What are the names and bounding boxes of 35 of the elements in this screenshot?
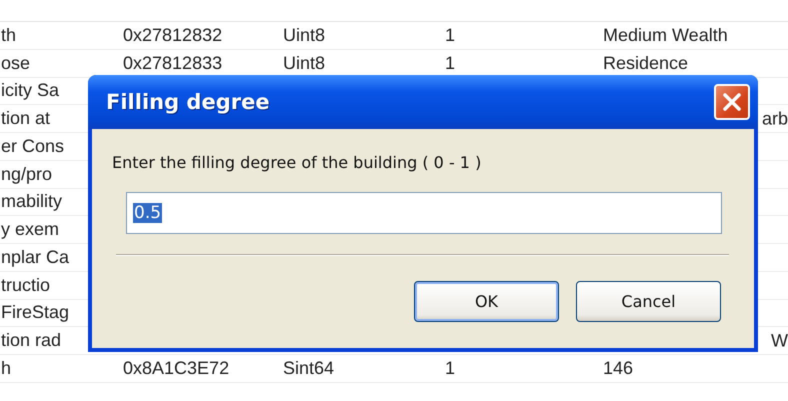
close-button[interactable] bbox=[714, 84, 750, 120]
table-cell: Sint64 bbox=[283, 358, 334, 379]
table-cell: Uint8 bbox=[283, 24, 326, 46]
table-cell: th bbox=[1, 24, 16, 46]
table-cell: arb bbox=[762, 108, 788, 130]
table-cell: tion at bbox=[1, 108, 50, 130]
table-cell: tructio bbox=[1, 274, 50, 296]
table-cell: 0x27812833 bbox=[123, 52, 222, 74]
cancel-button[interactable]: Cancel bbox=[576, 281, 721, 322]
table-cell: y exem bbox=[1, 219, 60, 240]
table-cell: ose bbox=[1, 52, 30, 74]
table-cell: Medium Wealth bbox=[603, 24, 728, 46]
table-cell: 1 bbox=[445, 24, 456, 46]
table-cell: ng/pro bbox=[1, 164, 52, 185]
table-cell: 146 bbox=[603, 358, 634, 379]
table-cell: Residence bbox=[603, 52, 688, 74]
field-value: 0.5 bbox=[133, 203, 162, 223]
table-cell: er Cons bbox=[1, 136, 64, 157]
close-icon bbox=[721, 91, 743, 113]
table-cell: 1 bbox=[445, 52, 456, 74]
table-cell: mability bbox=[1, 191, 62, 212]
dialog-title: Filling degree bbox=[106, 90, 270, 114]
table-cell: nplar Ca bbox=[1, 246, 70, 268]
table-cell: 0x8A1C3E72 bbox=[123, 358, 230, 379]
ok-button[interactable]: OK bbox=[414, 281, 559, 322]
table-cell: 0x27812832 bbox=[123, 24, 222, 46]
input-field[interactable]: 0.5 bbox=[126, 192, 722, 234]
table-cell: tion rad bbox=[1, 330, 62, 352]
table-cell: 1 bbox=[445, 358, 456, 379]
prompt-text: Enter the filling degree of the building ( 0 - 1 ) bbox=[112, 153, 482, 172]
table-cell: icity Sa bbox=[1, 80, 60, 102]
table-cell: FireStag bbox=[1, 302, 70, 324]
table-cell: Uint8 bbox=[283, 52, 326, 74]
table-cell: W bbox=[771, 330, 788, 352]
table-cell: h bbox=[1, 358, 12, 379]
